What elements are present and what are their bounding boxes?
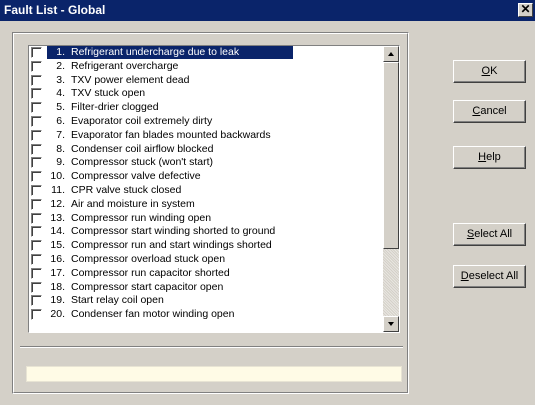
list-item[interactable]: 3. TXV power element dead	[29, 74, 383, 88]
fault-number: 4.	[56, 87, 65, 100]
list-item[interactable]: 15. Compressor run and start windings sho…	[29, 239, 383, 253]
list-item[interactable]: 5. Filter-drier clogged	[29, 101, 383, 115]
scroll-thumb[interactable]	[383, 62, 399, 249]
vertical-scrollbar[interactable]	[383, 46, 399, 332]
fault-number: 3.	[56, 73, 65, 86]
fault-checkbox[interactable]	[31, 143, 42, 155]
fault-checkbox[interactable]	[31, 171, 42, 183]
close-icon: ✕	[520, 2, 531, 16]
fault-number: 14.	[50, 225, 65, 238]
fault-checkbox[interactable]	[31, 88, 42, 100]
fault-label: Compressor run and start windings shorte…	[71, 239, 272, 252]
fault-list-items: 1. Refrigerant undercharge due to leak 2. R…	[29, 46, 383, 332]
list-item[interactable]: 13. Compressor run winding open	[29, 212, 383, 226]
arrow-up-icon	[388, 52, 394, 56]
fault-label: Refrigerant overcharge	[71, 59, 179, 72]
fault-number: 12.	[50, 197, 65, 210]
fault-number: 8.	[56, 142, 65, 155]
fault-number: 2.	[56, 59, 65, 72]
fault-number: 17.	[50, 266, 65, 279]
fault-checkbox[interactable]	[31, 74, 42, 86]
fault-number: 6.	[56, 114, 65, 127]
fault-number: 11.	[51, 183, 65, 196]
list-item[interactable]: 6. Evaporator coil extremely dirty	[29, 115, 383, 129]
fault-checkbox[interactable]	[31, 253, 42, 265]
fault-number: 7.	[56, 128, 65, 141]
fault-label: Compressor valve defective	[71, 170, 201, 183]
status-field	[26, 366, 402, 382]
fault-label: TXV power element dead	[71, 73, 190, 86]
fault-number: 18.	[50, 280, 65, 293]
fault-number: 13.	[50, 211, 65, 224]
fault-checkbox[interactable]	[31, 102, 42, 114]
fault-label: Compressor stuck (won't start)	[71, 156, 214, 169]
fault-number: 20.	[50, 308, 65, 321]
list-item[interactable]: 12. Air and moisture in system	[29, 198, 383, 212]
list-item[interactable]: 16. Compressor overload stuck open	[29, 253, 383, 267]
list-item[interactable]: 18. Compressor start capacitor open	[29, 281, 383, 295]
fault-checkbox[interactable]	[31, 60, 42, 72]
fault-checkbox[interactable]	[31, 47, 42, 58]
list-item[interactable]: 20. Condenser fan motor winding open	[29, 308, 383, 322]
fault-checkbox[interactable]	[31, 198, 42, 210]
scroll-down-button[interactable]	[383, 316, 399, 332]
deselect-all-button[interactable]: Deselect All	[453, 265, 526, 288]
fault-checkbox[interactable]	[31, 157, 42, 169]
select-all-button[interactable]: Select All	[453, 223, 526, 246]
scroll-up-button[interactable]	[383, 46, 399, 62]
fault-checkbox[interactable]	[31, 129, 42, 141]
fault-label: CPR valve stuck closed	[71, 183, 182, 196]
list-item[interactable]: 2. Refrigerant overcharge	[29, 60, 383, 74]
list-item[interactable]: 10. Compressor valve defective	[29, 170, 383, 184]
cancel-button[interactable]: Cancel	[453, 100, 526, 123]
fault-number: 9.	[56, 156, 65, 169]
fault-number: 5.	[56, 101, 65, 114]
window-title: Fault List - Global	[4, 3, 106, 17]
fault-number: 10.	[50, 170, 65, 183]
fault-label: Condenser fan motor winding open	[71, 308, 235, 321]
close-button[interactable]: ✕	[518, 3, 533, 17]
fault-label: Compressor start capacitor open	[71, 280, 224, 293]
fault-checkbox[interactable]	[31, 115, 42, 127]
fault-checkbox[interactable]	[31, 267, 42, 279]
fault-checkbox[interactable]	[31, 295, 42, 307]
list-item[interactable]: 4. TXV stuck open	[29, 87, 383, 101]
fault-label: Compressor overload stuck open	[71, 252, 226, 265]
list-item[interactable]: 14. Compressor start winding shorted to g…	[29, 225, 383, 239]
fault-number: 16.	[50, 252, 65, 265]
list-item[interactable]: 17. Compressor run capacitor shorted	[29, 267, 383, 281]
fault-label: Condenser coil airflow blocked	[71, 142, 214, 155]
help-button[interactable]: Help	[453, 146, 526, 169]
ok-button[interactable]: OK	[453, 60, 526, 83]
fault-label: Air and moisture in system	[71, 197, 195, 210]
fault-checkbox[interactable]	[31, 226, 42, 238]
fault-number: 15.	[50, 239, 65, 252]
arrow-down-icon	[388, 322, 394, 326]
fault-checkbox[interactable]	[31, 184, 42, 196]
fault-checkbox[interactable]	[31, 212, 42, 224]
fault-label: Compressor start winding shorted to grou…	[71, 225, 276, 238]
divider	[20, 346, 403, 348]
fault-label: Refrigerant undercharge due to leak	[71, 46, 240, 58]
list-item[interactable]: 7. Evaporator fan blades mounted backward…	[29, 129, 383, 143]
list-item[interactable]: 1. Refrigerant undercharge due to leak	[29, 46, 383, 60]
list-item[interactable]: 19. Start relay coil open	[29, 294, 383, 308]
fault-checkbox[interactable]	[31, 240, 42, 252]
list-item[interactable]: 11. CPR valve stuck closed	[29, 184, 383, 198]
fault-label: Evaporator fan blades mounted backwards	[71, 128, 271, 141]
fault-label: Filter-drier clogged	[71, 101, 159, 114]
fault-label: Start relay coil open	[71, 294, 164, 307]
fault-label: Evaporator coil extremely dirty	[71, 114, 213, 127]
list-item[interactable]: 9. Compressor stuck (won't start)	[29, 156, 383, 170]
fault-listbox[interactable]: 1. Refrigerant undercharge due to leak 2. R…	[28, 45, 400, 333]
fault-number: 1.	[56, 46, 65, 58]
list-item[interactable]: 8. Condenser coil airflow blocked	[29, 143, 383, 157]
fault-checkbox[interactable]	[31, 281, 42, 293]
title-bar: Fault List - Global ✕	[0, 0, 535, 21]
fault-checkbox[interactable]	[31, 309, 42, 321]
fault-label: Compressor run capacitor shorted	[71, 266, 230, 279]
fault-label: Compressor run winding open	[71, 211, 212, 224]
fault-label: TXV stuck open	[71, 87, 146, 100]
fault-number: 19.	[50, 294, 65, 307]
